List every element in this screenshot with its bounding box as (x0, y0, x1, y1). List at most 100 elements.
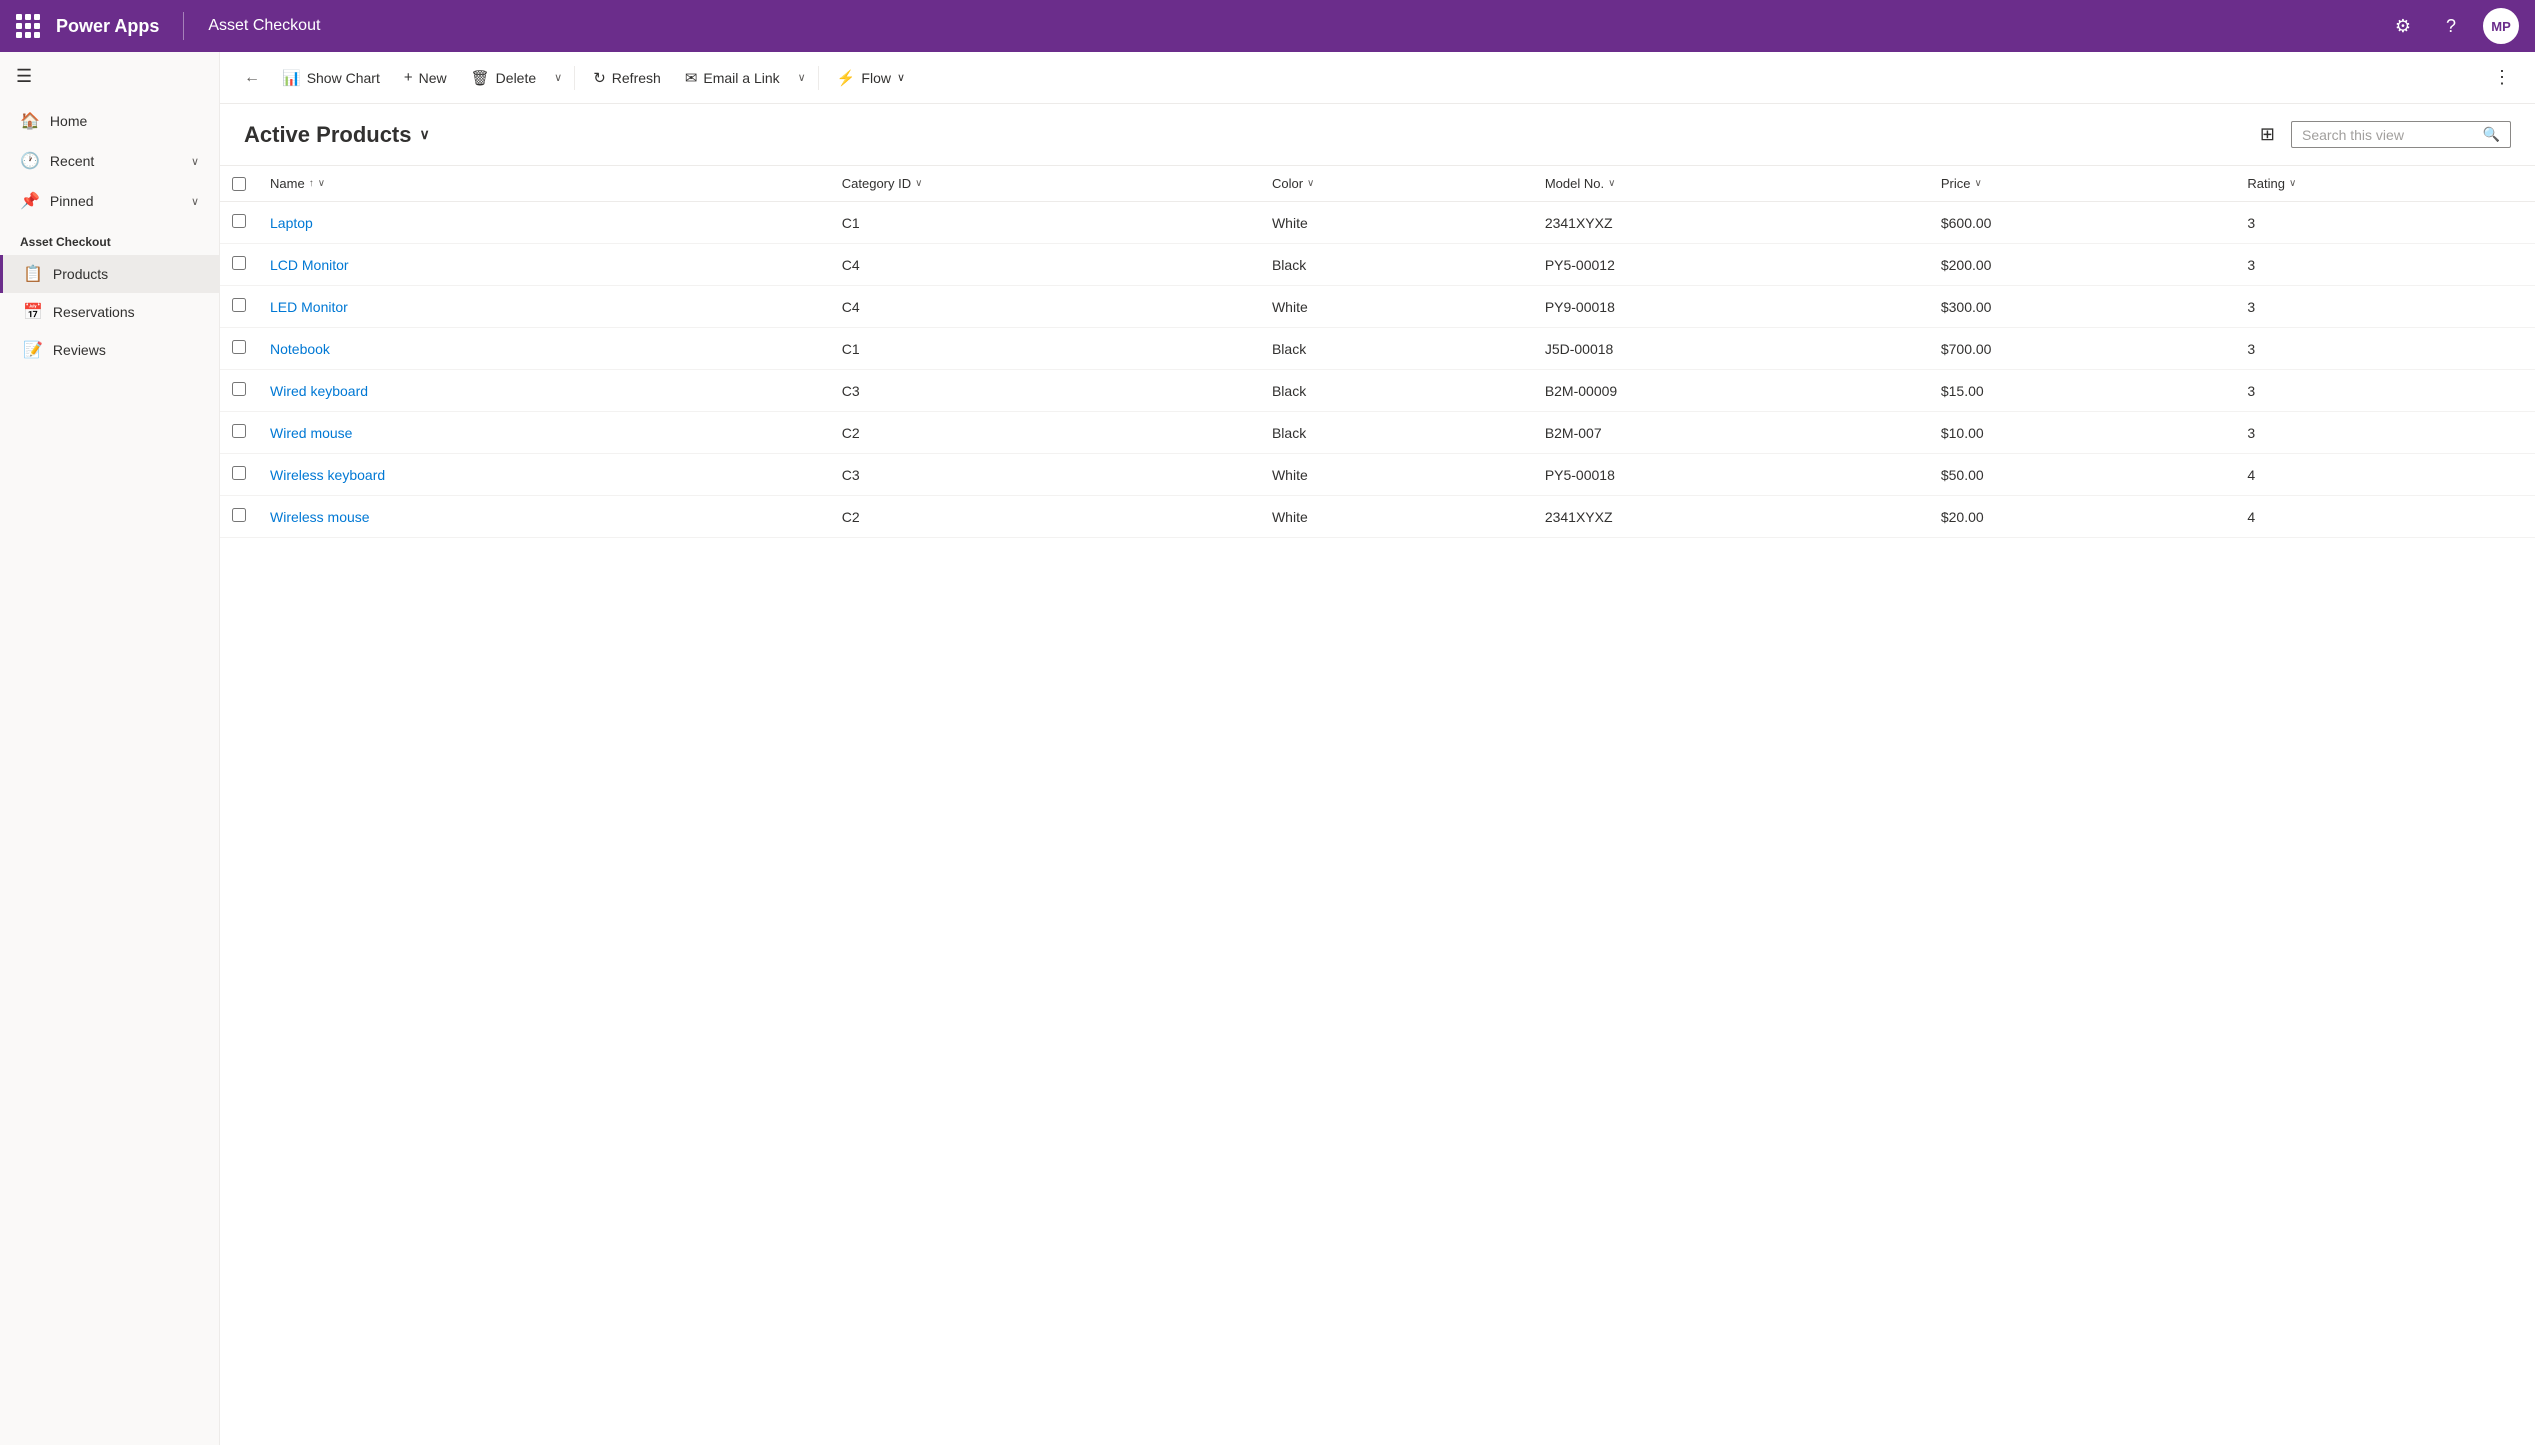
row-rating-5: 3 (2235, 412, 2535, 454)
th-color-label: Color (1272, 176, 1303, 191)
content-area: ← 📊 Show Chart + New 🗑 Delete ∨ ↻ Refres… (220, 52, 2535, 1445)
view-title[interactable]: Active Products ∨ (244, 122, 430, 148)
view-title-chevron-icon: ∨ (420, 126, 430, 143)
row-model-7: 2341XYXZ (1533, 496, 1929, 538)
th-price[interactable]: Price ∨ (1929, 166, 2236, 202)
new-label: New (419, 70, 447, 86)
row-check-cell[interactable] (220, 496, 258, 538)
settings-button[interactable]: ⚙ (2387, 10, 2419, 42)
row-checkbox-4[interactable] (232, 382, 246, 396)
row-category-7: C2 (830, 496, 1260, 538)
product-link-7[interactable]: Wireless mouse (270, 509, 370, 525)
sidebar-item-reviews[interactable]: 📝 Reviews (0, 331, 219, 369)
row-category-5: C2 (830, 412, 1260, 454)
home-icon: 🏠 (20, 111, 40, 131)
row-category-6: C3 (830, 454, 1260, 496)
row-checkbox-5[interactable] (232, 424, 246, 438)
products-table: Name ↑ ∨ Category ID ∨ (220, 166, 2535, 538)
row-category-2: C4 (830, 286, 1260, 328)
row-checkbox-6[interactable] (232, 466, 246, 480)
pinned-icon: 📌 (20, 191, 40, 211)
sidebar-item-recent[interactable]: 🕐 Recent ∨ (0, 141, 219, 181)
row-check-cell[interactable] (220, 286, 258, 328)
sidebar-item-reservations-label: Reservations (53, 304, 135, 320)
row-checkbox-3[interactable] (232, 340, 246, 354)
product-link-5[interactable]: Wired mouse (270, 425, 352, 441)
more-button[interactable]: ⋮ (2485, 61, 2519, 94)
th-category[interactable]: Category ID ∨ (830, 166, 1260, 202)
flow-button[interactable]: ⚡ Flow ∨ (827, 63, 915, 93)
row-model-1: PY5-00012 (1533, 244, 1929, 286)
row-model-4: B2M-00009 (1533, 370, 1929, 412)
row-price-6: $50.00 (1929, 454, 2236, 496)
email-dropdown-button[interactable]: ∨ (794, 65, 810, 90)
row-price-4: $15.00 (1929, 370, 2236, 412)
row-check-cell[interactable] (220, 244, 258, 286)
avatar[interactable]: MP (2483, 8, 2519, 44)
sidebar-item-reservations[interactable]: 📅 Reservations (0, 293, 219, 331)
row-checkbox-2[interactable] (232, 298, 246, 312)
row-category-4: C3 (830, 370, 1260, 412)
row-price-1: $200.00 (1929, 244, 2236, 286)
row-price-7: $20.00 (1929, 496, 2236, 538)
new-button[interactable]: + New (394, 63, 457, 92)
product-link-2[interactable]: LED Monitor (270, 299, 348, 315)
flow-label: Flow (861, 70, 891, 86)
row-check-cell[interactable] (220, 370, 258, 412)
back-button[interactable]: ← (236, 63, 268, 93)
more-icon: ⋮ (2493, 67, 2511, 87)
th-rating[interactable]: Rating ∨ (2235, 166, 2535, 202)
email-link-button[interactable]: ✉ Email a Link (675, 63, 790, 93)
row-check-cell[interactable] (220, 454, 258, 496)
row-rating-4: 3 (2235, 370, 2535, 412)
row-checkbox-1[interactable] (232, 256, 246, 270)
row-name-4: Wired keyboard (258, 370, 830, 412)
th-name[interactable]: Name ↑ ∨ (258, 166, 830, 202)
row-color-2: White (1260, 286, 1533, 328)
waffle-icon[interactable] (16, 14, 40, 38)
toolbar: ← 📊 Show Chart + New 🗑 Delete ∨ ↻ Refres… (220, 52, 2535, 104)
product-link-4[interactable]: Wired keyboard (270, 383, 368, 399)
delete-label: Delete (496, 70, 536, 86)
sidebar-item-reviews-label: Reviews (53, 342, 106, 358)
row-model-3: J5D-00018 (1533, 328, 1929, 370)
th-select[interactable] (220, 166, 258, 202)
table-container: Name ↑ ∨ Category ID ∨ (220, 165, 2535, 1445)
help-button[interactable]: ? (2435, 10, 2467, 42)
delete-button[interactable]: 🗑 Delete (461, 63, 547, 93)
row-check-cell[interactable] (220, 202, 258, 244)
sidebar-item-pinned[interactable]: 📌 Pinned ∨ (0, 181, 219, 221)
row-name-5: Wired mouse (258, 412, 830, 454)
row-color-0: White (1260, 202, 1533, 244)
row-checkbox-0[interactable] (232, 214, 246, 228)
reservations-icon: 📅 (23, 302, 43, 322)
filter-button[interactable]: ⊞ (2252, 120, 2283, 149)
hamburger-menu[interactable]: ☰ (0, 52, 219, 101)
row-model-5: B2M-007 (1533, 412, 1929, 454)
filter-icon: ⊞ (2260, 124, 2275, 144)
th-model[interactable]: Model No. ∨ (1533, 166, 1929, 202)
category-sort-icon: ∨ (915, 178, 922, 189)
chart-icon: 📊 (282, 69, 301, 87)
th-name-label: Name (270, 176, 305, 191)
search-input[interactable] (2302, 127, 2477, 143)
row-price-5: $10.00 (1929, 412, 2236, 454)
refresh-button[interactable]: ↻ Refresh (583, 63, 671, 93)
row-category-1: C4 (830, 244, 1260, 286)
show-chart-button[interactable]: 📊 Show Chart (272, 63, 390, 93)
select-all-checkbox[interactable] (232, 177, 246, 191)
row-check-cell[interactable] (220, 328, 258, 370)
product-link-3[interactable]: Notebook (270, 341, 330, 357)
row-price-3: $700.00 (1929, 328, 2236, 370)
product-link-1[interactable]: LCD Monitor (270, 257, 349, 273)
row-color-6: White (1260, 454, 1533, 496)
delete-dropdown-button[interactable]: ∨ (550, 65, 566, 90)
row-checkbox-7[interactable] (232, 508, 246, 522)
sidebar-item-products[interactable]: 📋 Products (0, 255, 219, 293)
th-color[interactable]: Color ∨ (1260, 166, 1533, 202)
sidebar-item-home[interactable]: 🏠 Home (0, 101, 219, 141)
row-color-1: Black (1260, 244, 1533, 286)
product-link-6[interactable]: Wireless keyboard (270, 467, 385, 483)
product-link-0[interactable]: Laptop (270, 215, 313, 231)
row-check-cell[interactable] (220, 412, 258, 454)
